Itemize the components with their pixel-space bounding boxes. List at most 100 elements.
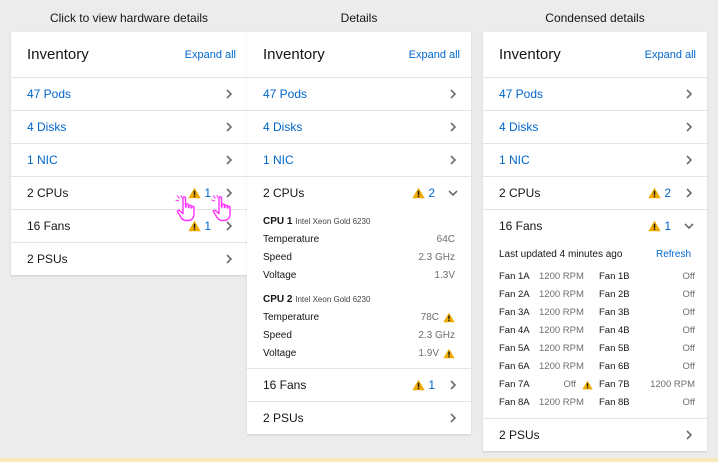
expand-all-link[interactable]: Expand all	[185, 49, 236, 61]
warning-indicator[interactable]: 2	[648, 186, 671, 200]
warning-icon	[443, 348, 455, 359]
metric-label: Voltage	[263, 347, 297, 359]
row-nic[interactable]: 1 NIC	[483, 144, 707, 177]
fan-name-text: Fan 5A	[499, 343, 530, 354]
row-label: 16 Fans	[499, 219, 543, 233]
expand-all-link[interactable]: Expand all	[409, 49, 460, 61]
row-label: 47 Pods	[27, 87, 72, 101]
fan-name: Fan 3B	[599, 304, 639, 322]
card-header: Inventory Expand all	[247, 32, 471, 78]
metric-value: 64C	[436, 233, 455, 245]
metric-row: Speed 2.3 GHz	[263, 326, 455, 344]
fan-name: Fan 8B	[599, 394, 639, 412]
expand-all-link[interactable]: Expand all	[645, 49, 696, 61]
column-condensed-details: Condensed details Inventory Expand all 4…	[483, 0, 707, 451]
row-pods[interactable]: 47 Pods	[483, 78, 707, 111]
fan-name: Fan 1A	[499, 268, 539, 286]
row-label: 16 Fans	[27, 219, 71, 233]
fan-name-text: Fan 2A	[499, 289, 530, 300]
row-label: 2 PSUs	[263, 411, 304, 425]
row-disks[interactable]: 4 Disks	[247, 111, 471, 144]
row-psus[interactable]: 2 PSUs	[11, 243, 247, 275]
column-title: Details	[340, 11, 378, 25]
fan-name: Fan 7B	[599, 376, 639, 394]
row-label: 4 Disks	[27, 120, 67, 134]
fan-speed: Off	[639, 304, 696, 322]
fan-name-text: Fan 3A	[499, 307, 530, 318]
chevron-right-icon	[223, 154, 235, 166]
row-psus[interactable]: 2 PSUs	[247, 402, 471, 434]
fan-speed-text: 1200 RPM	[539, 361, 584, 372]
row-fans-expanded[interactable]: 16 Fans 1	[483, 210, 707, 242]
row-disks[interactable]: 4 Disks	[483, 111, 707, 144]
row-label: 16 Fans	[263, 378, 307, 392]
row-nic[interactable]: 1 NIC	[11, 144, 247, 177]
fan-speed-text: Off	[682, 397, 696, 408]
metric-row: Temperature 64C	[263, 230, 455, 248]
fan-name-text: Fan 1B	[599, 271, 630, 282]
row-pods[interactable]: 47 Pods	[11, 78, 247, 111]
warning-icon	[412, 379, 425, 391]
bottom-strip	[0, 458, 718, 462]
fan-speed-text: Off	[682, 343, 696, 354]
fan-speed-text: Off	[682, 361, 696, 372]
fan-speed: Off	[639, 268, 696, 286]
warning-indicator[interactable]: 1	[412, 378, 435, 392]
row-cpus[interactable]: 2 CPUs 2	[483, 177, 707, 210]
row-label: 47 Pods	[499, 87, 544, 101]
metric-row: Temperature 78C	[263, 308, 455, 326]
cpu-details-panel: CPU 1 Intel Xeon Gold 6230 Temperature 6…	[247, 209, 471, 369]
fan-name: Fan 1B	[599, 268, 639, 286]
fan-speed: 1200 RPM	[539, 322, 599, 340]
row-label: 47 Pods	[263, 87, 308, 101]
warning-icon	[582, 380, 593, 390]
fan-name-text: Fan 8A	[499, 397, 530, 408]
fan-speed-text: Off	[563, 379, 577, 390]
metric-label: Speed	[263, 329, 292, 341]
fan-name: Fan 5B	[599, 340, 639, 358]
fan-name: Fan 4A	[499, 322, 539, 340]
fan-name-text: Fan 8B	[599, 397, 630, 408]
cpu-model: Intel Xeon Gold 6230	[295, 217, 371, 226]
row-label: 2 PSUs	[499, 428, 540, 442]
row-fans[interactable]: 16 Fans 1	[247, 369, 471, 402]
metric-value: 2.3 GHz	[418, 251, 455, 263]
metric-value: 1.3V	[434, 269, 455, 281]
row-psus[interactable]: 2 PSUs	[483, 419, 707, 451]
fan-name: Fan 5A	[499, 340, 539, 358]
fan-name-text: Fan 4B	[599, 325, 630, 336]
fan-speed-text: 1200 RPM	[539, 397, 584, 408]
fan-speed-text: Off	[682, 307, 696, 318]
fan-name: Fan 4B	[599, 322, 639, 340]
warning-indicator[interactable]: 2	[412, 186, 435, 200]
fan-speed: 1200 RPM	[539, 340, 599, 358]
inventory-card: Inventory Expand all 47 Pods 4 Disks 1 N…	[11, 32, 247, 275]
fan-speed: 1200 RPM	[539, 286, 599, 304]
fan-name-text: Fan 4A	[499, 325, 530, 336]
fan-speed: Off	[639, 358, 696, 376]
fan-name-text: Fan 5B	[599, 343, 630, 354]
row-cpus-expanded[interactable]: 2 CPUs 2	[247, 177, 471, 209]
fan-speed-text: 1200 RPM	[539, 271, 584, 282]
card-header: Inventory Expand all	[11, 32, 247, 78]
fan-name: Fan 2A	[499, 286, 539, 304]
row-nic[interactable]: 1 NIC	[247, 144, 471, 177]
warning-count: 1	[428, 378, 435, 392]
row-pods[interactable]: 47 Pods	[247, 78, 471, 111]
fan-speed-text: Off	[682, 271, 696, 282]
inventory-card: Inventory Expand all 47 Pods 4 Disks 1 N…	[483, 32, 707, 451]
cpu-heading: CPU 1 Intel Xeon Gold 6230	[263, 214, 455, 230]
warning-count: 1	[204, 219, 211, 233]
fan-name-text: Fan 6A	[499, 361, 530, 372]
refresh-link[interactable]: Refresh	[656, 249, 691, 260]
chevron-right-icon	[223, 253, 235, 265]
warning-indicator[interactable]: 1	[648, 219, 671, 233]
row-label: 2 CPUs	[499, 186, 541, 200]
warning-icon	[443, 312, 455, 323]
fan-name-text: Fan 6B	[599, 361, 630, 372]
fan-name: Fan 8A	[499, 394, 539, 412]
row-label: 1 NIC	[263, 153, 294, 167]
row-disks[interactable]: 4 Disks	[11, 111, 247, 144]
fan-speed-text: 1200 RPM	[539, 307, 584, 318]
hand-cursor-icon	[175, 195, 199, 223]
